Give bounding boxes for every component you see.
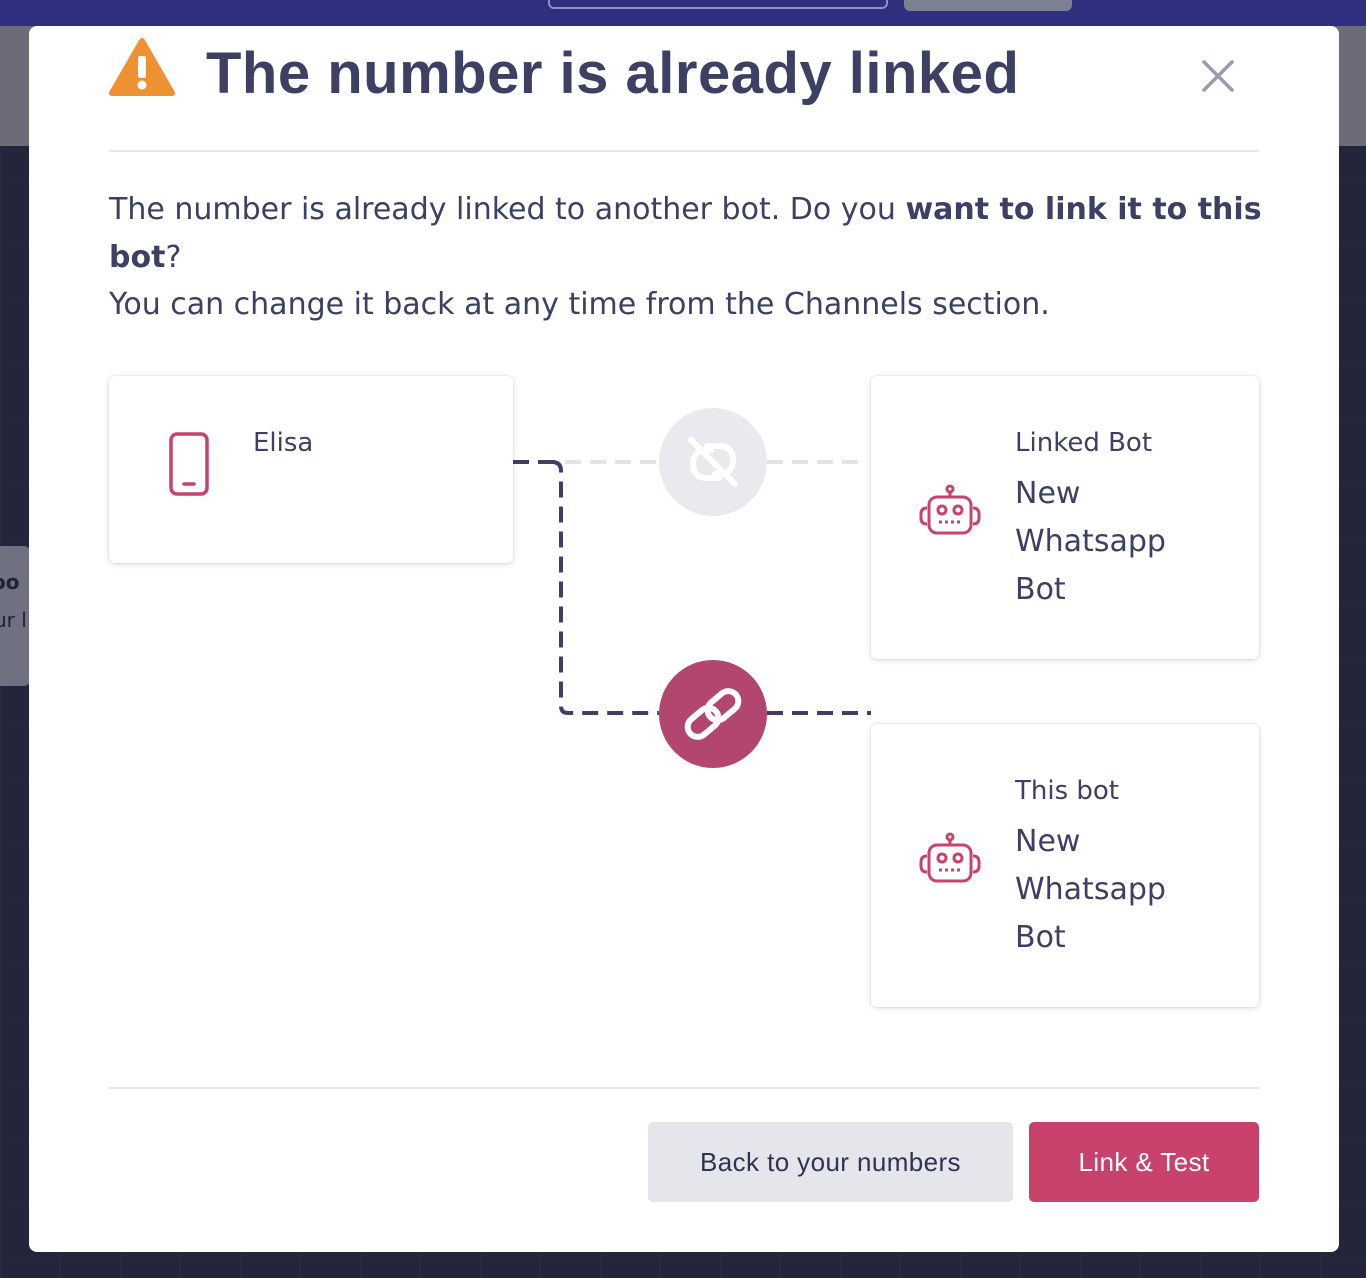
- robot-icon: [919, 484, 981, 535]
- footer-divider: [109, 1087, 1259, 1089]
- background-card-text: ur l: [0, 608, 27, 632]
- this-bot-name: New Whatsapp Bot: [1015, 824, 1166, 955]
- linked-bot-label: Linked Bot: [1015, 428, 1153, 458]
- link-icon: [659, 660, 767, 768]
- background-card: oo ur l: [0, 546, 30, 686]
- this-bot-label: This bot: [1015, 776, 1119, 806]
- back-to-numbers-button[interactable]: Back to your numbers: [648, 1122, 1013, 1202]
- description-text: The number is already linked to another …: [109, 192, 906, 227]
- header-divider: [109, 150, 1259, 152]
- description-question-mark: ?: [165, 239, 182, 275]
- number-card: Elisa: [109, 376, 513, 563]
- warning-icon: [109, 38, 175, 96]
- this-bot-card: This bot New Whatsapp Bot: [871, 724, 1259, 1007]
- connector-to-this-bot: [551, 460, 659, 715]
- number-phone: [253, 472, 473, 494]
- app-top-bar: [0, 0, 1366, 26]
- description-emphasis: want to link it to this: [905, 192, 1262, 227]
- close-icon[interactable]: [1198, 56, 1238, 96]
- link-number-modal: The number is already linked The number …: [29, 26, 1339, 1252]
- description-note: You can change it back at any time from …: [109, 287, 1050, 322]
- modal-title: The number is already linked: [206, 41, 1020, 106]
- background-card-title: oo: [0, 570, 20, 594]
- link-and-test-button[interactable]: Link & Test: [1029, 1122, 1259, 1202]
- top-bar-input: [548, 0, 888, 9]
- modal-description: The number is already linked to another …: [109, 186, 1269, 329]
- robot-icon: [919, 832, 981, 883]
- broken-link-icon: [659, 408, 767, 516]
- linked-bot-card: Linked Bot New Whatsapp Bot: [871, 376, 1259, 659]
- phone-icon: [169, 432, 209, 496]
- top-bar-button: [904, 0, 1072, 11]
- description-emphasis-end: bot: [109, 239, 166, 275]
- linked-bot-name: New Whatsapp Bot: [1015, 476, 1166, 607]
- number-name: Elisa: [253, 428, 314, 458]
